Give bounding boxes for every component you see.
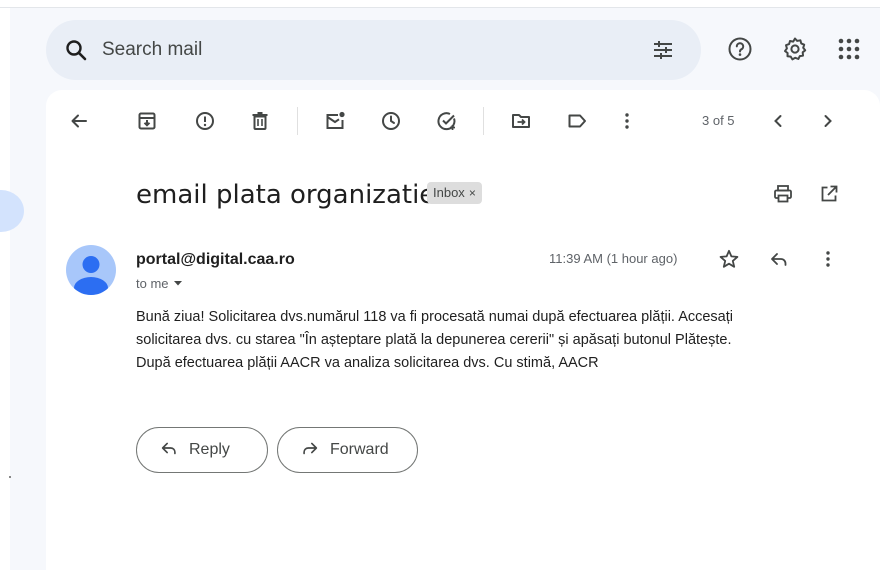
email-timestamp: 11:39 AM (1 hour ago): [549, 251, 678, 266]
label-text: Inbox: [433, 185, 465, 200]
side-panel-toggle[interactable]: [0, 190, 24, 232]
help-icon[interactable]: [727, 36, 753, 62]
label-icon[interactable]: [566, 110, 588, 132]
report-spam-icon[interactable]: [194, 110, 216, 132]
forward-button-label: Forward: [330, 441, 389, 458]
archive-icon[interactable]: [136, 110, 158, 132]
inbox-label-badge[interactable]: Inbox ×: [427, 182, 482, 204]
reply-button-label: Reply: [189, 441, 230, 458]
snooze-icon[interactable]: [380, 110, 402, 132]
avatar[interactable]: [66, 245, 116, 295]
sidebar-dot: [9, 476, 11, 478]
email-body-line: După efectuarea plății AACR va analiza s…: [136, 355, 599, 371]
reply-icon[interactable]: [768, 248, 790, 270]
settings-icon[interactable]: [782, 36, 808, 62]
search-icon[interactable]: [64, 38, 88, 62]
top-border: [0, 0, 880, 8]
email-body-line: solicitarea dvs. cu starea "În așteptare…: [136, 332, 732, 348]
toolbar-divider: [297, 107, 298, 135]
open-new-window-icon[interactable]: [818, 183, 840, 205]
email-body-line: Bună ziua! Solicitarea dvs.numărul 118 v…: [136, 309, 733, 325]
apps-icon[interactable]: [836, 36, 862, 62]
recipient-details[interactable]: to me: [136, 275, 183, 293]
email-subject: email plata organizatie: [136, 180, 436, 210]
forward-icon: [300, 438, 320, 463]
chevron-right-icon[interactable]: [817, 110, 839, 132]
delete-icon[interactable]: [249, 110, 271, 132]
arrow-back-icon[interactable]: [68, 110, 90, 132]
more-vert-icon[interactable]: [616, 110, 638, 132]
search-bar[interactable]: Search mail: [46, 20, 701, 80]
add-task-icon[interactable]: [436, 110, 458, 132]
more-vert-icon[interactable]: [817, 248, 839, 270]
move-to-icon[interactable]: [510, 110, 532, 132]
email-body: Bună ziua! Solicitarea dvs.numărul 118 v…: [136, 306, 826, 375]
toolbar-divider: [483, 107, 484, 135]
forward-button[interactable]: Forward: [277, 427, 418, 473]
star-icon[interactable]: [718, 248, 740, 270]
sender-email[interactable]: portal@digital.caa.ro: [136, 250, 295, 270]
reply-icon: [159, 438, 179, 463]
search-input[interactable]: Search mail: [102, 38, 202, 62]
message-view: 3 of 5 email plata organizatie Inbox × p…: [46, 90, 880, 570]
print-icon[interactable]: [772, 183, 794, 205]
chevron-left-icon[interactable]: [767, 110, 789, 132]
recipient-text: to me: [136, 276, 169, 291]
caret-down-icon[interactable]: [173, 275, 183, 293]
left-sidebar-edge: [0, 8, 10, 570]
pagination-text: 3 of 5: [702, 113, 735, 128]
reply-button[interactable]: Reply: [136, 427, 268, 473]
remove-label-icon[interactable]: ×: [469, 182, 476, 204]
mark-unread-icon[interactable]: [324, 110, 346, 132]
tune-icon[interactable]: [651, 38, 675, 62]
